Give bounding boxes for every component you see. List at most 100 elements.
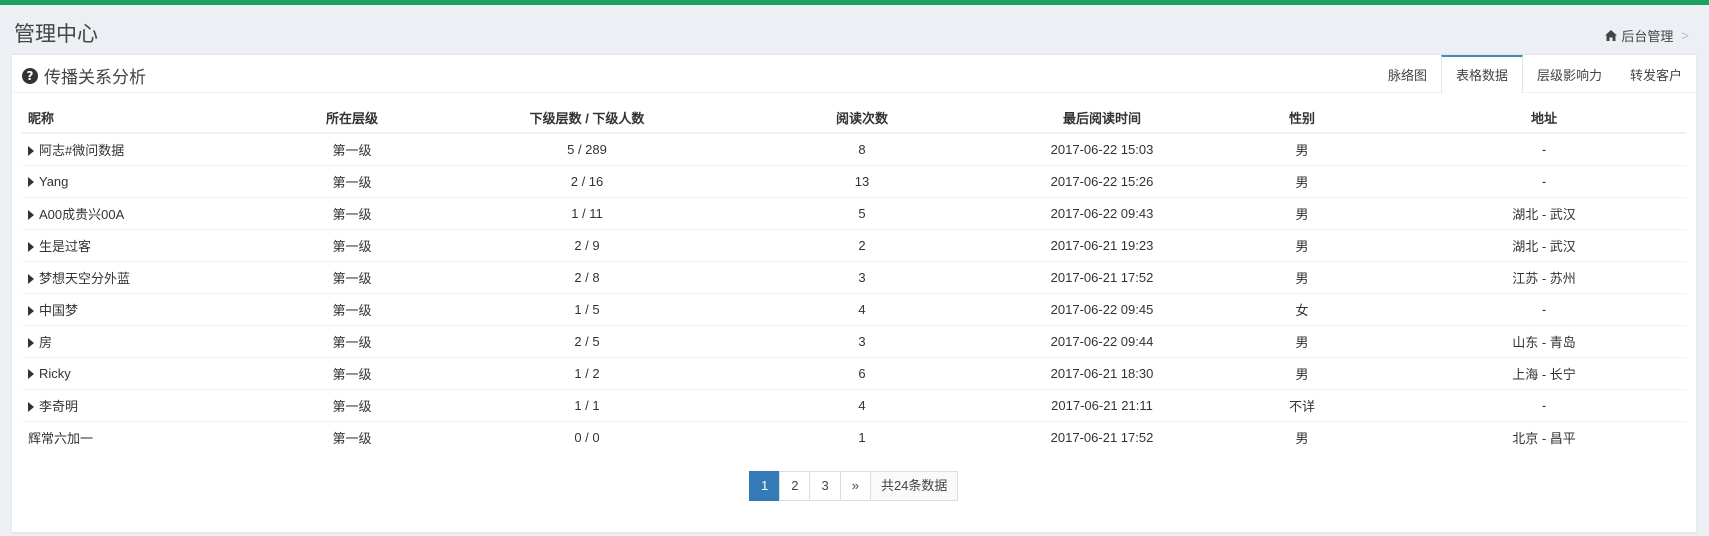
table-row[interactable]: A00成贵兴00A 第一级 1 / 11 5 2017-06-22 09:43 男湖北 -…	[22, 196, 1686, 229]
caret-right-icon[interactable]	[28, 401, 34, 412]
cell-sub-levels: 5 / 289	[452, 132, 722, 165]
cell-read-count: 2	[722, 228, 1002, 261]
cell-read-count: 4	[722, 292, 1002, 325]
nickname-text: 生是过客	[39, 238, 92, 254]
home-icon	[1605, 30, 1618, 41]
cell-nickname[interactable]: Yang	[22, 164, 252, 197]
caret-right-icon[interactable]	[28, 273, 34, 284]
tab-context-graph[interactable]: 脉络图	[1374, 55, 1441, 93]
col-nickname[interactable]: 昵称	[22, 103, 252, 134]
cell-last-read: 2017-06-22 15:03	[1002, 132, 1202, 165]
cell-address: 湖北 - 武汉	[1402, 228, 1686, 261]
cell-sub-levels: 1 / 5	[452, 292, 722, 325]
top-accent-bar	[0, 0, 1709, 5]
table-row[interactable]: Ricky 第一级 1 / 2 6 2017-06-21 18:30 男上海 - 长宁	[22, 356, 1686, 389]
breadcrumb-separator: >	[1681, 28, 1689, 43]
table-row[interactable]: 李奇明 第一级 1 / 1 4 2017-06-21 21:11 不详 -	[22, 388, 1686, 421]
cell-sub-levels: 1 / 1	[452, 388, 722, 421]
cell-gender: 男	[1202, 260, 1402, 293]
cell-read-count: 5	[722, 196, 1002, 229]
cell-read-count: 8	[722, 132, 1002, 165]
cell-sub-levels: 2 / 9	[452, 228, 722, 261]
page-3-button[interactable]: 3	[809, 471, 841, 501]
table-row[interactable]: Yang 第一级 2 / 16 13 2017-06-22 15:26 男 -	[22, 164, 1686, 197]
cell-address: 上海 - 长宁	[1402, 356, 1686, 389]
caret-right-icon[interactable]	[28, 241, 34, 252]
cell-sub-levels: 1 / 11	[452, 196, 722, 229]
cell-nickname[interactable]: A00成贵兴00A	[22, 196, 252, 229]
cell-level: 第一级	[252, 388, 452, 421]
col-gender[interactable]: 性别	[1202, 103, 1402, 134]
table-row[interactable]: 梦想天空分外蓝 第一级 2 / 8 3 2017-06-21 17:52 男江苏 - 苏州	[22, 260, 1686, 293]
nickname-text: 李奇明	[39, 398, 79, 414]
cell-last-read: 2017-06-22 09:45	[1002, 292, 1202, 325]
cell-last-read: 2017-06-22 09:43	[1002, 196, 1202, 229]
col-read-count[interactable]: 阅读次数	[722, 103, 1002, 134]
next-page-button[interactable]: »	[839, 471, 871, 501]
cell-sub-levels: 1 / 2	[452, 356, 722, 389]
tab-level-influence[interactable]: 层级影响力	[1523, 55, 1616, 93]
cell-nickname[interactable]: 生是过客	[22, 228, 252, 261]
table-row[interactable]: 中国梦 第一级 1 / 5 4 2017-06-22 09:45 女 -	[22, 292, 1686, 325]
cell-gender: 男	[1202, 356, 1402, 389]
col-level[interactable]: 所在层级	[252, 103, 452, 134]
page-2-button[interactable]: 2	[779, 471, 811, 501]
tab-forward-customers[interactable]: 转发客户	[1616, 55, 1696, 93]
cell-last-read: 2017-06-21 19:23	[1002, 228, 1202, 261]
cell-nickname[interactable]: 中国梦	[22, 292, 252, 325]
caret-right-icon[interactable]	[28, 209, 34, 220]
cell-last-read: 2017-06-21 17:52	[1002, 260, 1202, 293]
cell-address: 北京 - 昌平	[1402, 420, 1686, 453]
col-sub-levels[interactable]: 下级层数 / 下级人数	[452, 103, 722, 134]
cell-nickname[interactable]: 梦想天空分外蓝	[22, 260, 252, 293]
cell-nickname[interactable]: 阿志#微问数据	[22, 132, 252, 165]
spread-table: 昵称 所在层级 下级层数 / 下级人数 阅读次数 最后阅读时间 性别 地址 阿志…	[22, 103, 1686, 453]
cell-read-count: 13	[722, 164, 1002, 197]
cell-level: 第一级	[252, 324, 452, 357]
table-row[interactable]: 阿志#微问数据 第一级 5 / 289 8 2017-06-22 15:03 男 -	[22, 132, 1686, 165]
caret-right-icon[interactable]	[28, 337, 34, 348]
nickname-text: 房	[39, 334, 53, 350]
cell-read-count: 3	[722, 260, 1002, 293]
page-1-button[interactable]: 1	[749, 471, 781, 501]
nickname-text: Ricky	[39, 365, 71, 381]
cell-level: 第一级	[252, 164, 452, 197]
cell-level: 第一级	[252, 292, 452, 325]
pagination: 1 2 3 » 共24条数据	[749, 471, 959, 501]
cell-sub-levels: 2 / 5	[452, 324, 722, 357]
nickname-text: 中国梦	[39, 302, 79, 318]
caret-right-icon[interactable]	[28, 145, 34, 156]
cell-read-count: 6	[722, 356, 1002, 389]
tab-table-data[interactable]: 表格数据	[1440, 55, 1523, 93]
cell-nickname[interactable]: Ricky	[22, 356, 252, 389]
cell-read-count: 3	[722, 324, 1002, 357]
caret-right-icon[interactable]	[28, 305, 34, 316]
table-header-row: 昵称 所在层级 下级层数 / 下级人数 阅读次数 最后阅读时间 性别 地址	[22, 103, 1686, 134]
table-body: 阿志#微问数据 第一级 5 / 289 8 2017-06-22 15:03 男 - Yang…	[22, 132, 1686, 453]
cell-gender: 男	[1202, 196, 1402, 229]
cell-nickname[interactable]: 房	[22, 324, 252, 357]
table-row[interactable]: 生是过客 第一级 2 / 9 2 2017-06-21 19:23 男湖北 - 武汉	[22, 228, 1686, 261]
cell-gender: 男	[1202, 132, 1402, 165]
cell-address: 湖北 - 武汉	[1402, 196, 1686, 229]
cell-last-read: 2017-06-22 09:44	[1002, 324, 1202, 357]
cell-last-read: 2017-06-22 15:26	[1002, 164, 1202, 197]
cell-address: -	[1402, 292, 1686, 325]
cell-sub-levels: 0 / 0	[452, 420, 722, 453]
panel-header: ? 传播关系分析 脉络图 表格数据 层级影响力 转发客户	[12, 55, 1696, 93]
cell-level: 第一级	[252, 228, 452, 261]
cell-last-read: 2017-06-21 21:11	[1002, 388, 1202, 421]
col-last-read[interactable]: 最后阅读时间	[1002, 103, 1202, 134]
breadcrumb-home-link[interactable]: 后台管理	[1621, 26, 1673, 45]
cell-nickname: 辉常六加一	[22, 420, 252, 453]
table-row[interactable]: 房 第一级 2 / 5 3 2017-06-22 09:44 男山东 - 青岛	[22, 324, 1686, 357]
caret-right-icon[interactable]	[28, 176, 34, 187]
cell-level: 第一级	[252, 420, 452, 453]
nickname-text: 阿志#微问数据	[39, 142, 125, 158]
cell-address: -	[1402, 388, 1686, 421]
cell-sub-levels: 2 / 16	[452, 164, 722, 197]
caret-right-icon[interactable]	[28, 368, 34, 379]
cell-nickname[interactable]: 李奇明	[22, 388, 252, 421]
question-circle-icon: ?	[22, 67, 38, 84]
col-address[interactable]: 地址	[1402, 103, 1686, 134]
